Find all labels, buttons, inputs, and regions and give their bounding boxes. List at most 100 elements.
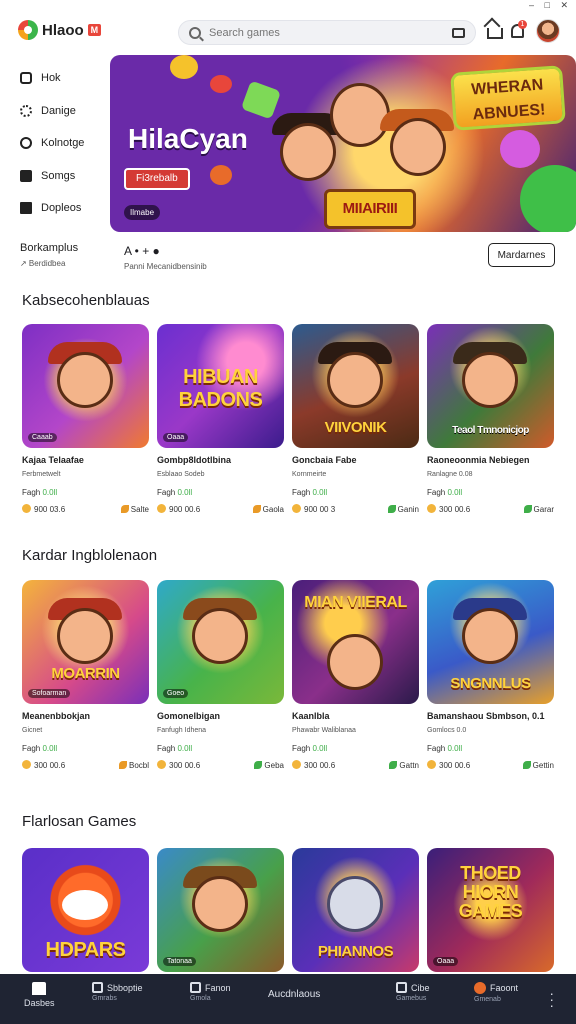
tag-icon bbox=[523, 504, 532, 513]
tag-icon bbox=[118, 760, 127, 769]
game-thumbnail[interactable]: Tatonaa bbox=[157, 848, 284, 972]
nav-item-4[interactable]: Aucdnlaous bbox=[268, 989, 320, 1000]
coin-value: 900 00.6 bbox=[169, 505, 201, 514]
character-face bbox=[462, 608, 518, 664]
thumb-art-text: MOARRIN bbox=[51, 665, 120, 682]
game-card[interactable]: THOED HIORN GAMES Oaaa bbox=[427, 848, 554, 972]
game-thumbnail[interactable]: VIIVONIK bbox=[292, 324, 419, 448]
tag-text: Ganin bbox=[397, 504, 419, 514]
notification-badge: 1 bbox=[518, 20, 527, 29]
hero-banner[interactable]: MIIAIRIII HilaCyan Fi3rebalb Ilmabe WHER… bbox=[110, 55, 576, 232]
game-meta: Fagh 0.0ll bbox=[292, 488, 419, 497]
thumb-chip: Oaaa bbox=[433, 957, 459, 966]
game-card[interactable]: VIIVONIK Goncbaia Fabe Kornmeirte Fagh 0… bbox=[292, 324, 419, 514]
coin-decoration bbox=[170, 55, 198, 79]
game-card[interactable]: Teaol Tmnonicjop Raoneoonmia Nebiegen Ra… bbox=[427, 324, 554, 514]
coin-value: 900 00 3 bbox=[304, 505, 336, 514]
nav-home[interactable]: Dasbes bbox=[24, 982, 55, 1008]
meta-label: Fagh bbox=[157, 744, 176, 753]
sidebar-item-label: Hok bbox=[41, 72, 61, 85]
slime-decoration bbox=[520, 165, 576, 232]
home-icon[interactable] bbox=[487, 28, 503, 39]
game-thumbnail[interactable]: Goeo bbox=[157, 580, 284, 704]
game-card[interactable]: MIAN VIIERAL Kaanlbla Phawabr Waliblanaa… bbox=[292, 580, 419, 770]
section-title: Kardar Ingblolenaon bbox=[22, 547, 158, 564]
game-thumbnail[interactable]: Teaol Tmnonicjop bbox=[427, 324, 554, 448]
game-card[interactable]: Tatonaa bbox=[157, 848, 284, 972]
nav-label: Fanon bbox=[205, 982, 231, 993]
game-card[interactable]: Caaab Kajaa Telaafae Ferbmetwelt Fagh 0.… bbox=[22, 324, 149, 514]
coin-icon bbox=[157, 760, 166, 769]
game-title: Bamanshaou Sbmbson, 0.1 bbox=[427, 711, 545, 721]
more-options-icon[interactable]: · · · bbox=[549, 986, 554, 1012]
card-tag: Ganin bbox=[387, 504, 419, 514]
thumb-art-text: HIBUAN BADONS bbox=[178, 366, 263, 411]
game-thumbnail[interactable]: THOED HIORN GAMES Oaaa bbox=[427, 848, 554, 972]
app-logo[interactable]: Hlaoo M bbox=[18, 20, 102, 40]
game-card[interactable]: Goeo Gomonelbigan Fanfugh Idhena Fagh 0.… bbox=[157, 580, 284, 770]
camera-search-icon[interactable] bbox=[452, 27, 465, 38]
nav-item-6[interactable]: Faoont Gmenab bbox=[474, 982, 518, 1003]
game-thumbnail[interactable]: MIAN VIIERAL bbox=[292, 580, 419, 704]
coin-amount: 300 00.6 bbox=[427, 760, 470, 770]
profile-avatar-icon bbox=[474, 982, 486, 994]
game-thumbnail[interactable]: PHIANNOS bbox=[292, 848, 419, 972]
nav-item-row: Cibe bbox=[396, 982, 430, 993]
window-controls[interactable]: – □ ✕ bbox=[529, 0, 572, 11]
game-meta: Fagh 0.0ll bbox=[427, 744, 554, 753]
subbar-middle-text: Panni Mecanidbensinib bbox=[124, 262, 207, 271]
game-card[interactable]: PHIANNOS bbox=[292, 848, 419, 972]
character-face bbox=[280, 123, 336, 181]
thumb-art-text: PHIANNOS bbox=[317, 943, 394, 960]
sidebar-item-5[interactable]: Dopleos bbox=[0, 192, 108, 225]
search-bar[interactable] bbox=[178, 20, 476, 45]
sidebar-item-1[interactable]: Hok bbox=[0, 62, 108, 95]
game-thumbnail[interactable]: HIBUAN BADONS Oaaa bbox=[157, 324, 284, 448]
sidebar-item-label: Dopleos bbox=[41, 202, 82, 215]
subbar-icons[interactable]: A • + ● bbox=[124, 244, 207, 258]
user-avatar[interactable] bbox=[536, 19, 560, 43]
coin-amount: 900 03.6 bbox=[22, 504, 65, 514]
game-card[interactable]: MOARRIN Sofoarman Meanenbbokjan Gicnet F… bbox=[22, 580, 149, 770]
search-circle-icon bbox=[20, 137, 32, 150]
nav-sublabel: Gamebus bbox=[396, 995, 427, 1002]
game-card[interactable]: HIBUAN BADONS Oaaa Gombp8ldotlbina Esbla… bbox=[157, 324, 284, 514]
game-meta: Fagh 0.0ll bbox=[22, 488, 149, 497]
nav-item-3[interactable]: Fanon Gmola bbox=[190, 982, 231, 1002]
game-title: Goncbaia Fabe bbox=[292, 455, 357, 465]
logo-text: Hlaoo bbox=[42, 21, 84, 39]
logo-badge: M bbox=[87, 24, 102, 36]
section-title: Flarlosan Games bbox=[22, 813, 137, 830]
game-thumbnail[interactable]: SNGNNLUS bbox=[427, 580, 554, 704]
character-face bbox=[192, 608, 248, 664]
search-input[interactable] bbox=[209, 26, 452, 39]
meta-value: 0.0ll bbox=[447, 744, 463, 753]
meta-value: 0.0ll bbox=[177, 744, 193, 753]
game-thumbnail[interactable]: Caaab bbox=[22, 324, 149, 448]
nav-item-5[interactable]: Cibe Gamebus bbox=[396, 982, 430, 1002]
game-card[interactable]: SNGNNLUS Bamanshaou Sbmbson, 0.1 Gomlocs… bbox=[427, 580, 554, 770]
character-face bbox=[57, 608, 113, 664]
more-button[interactable]: Mardarnes bbox=[488, 243, 555, 267]
subbar-left[interactable]: Borkamplus ↗ Berdidbea bbox=[20, 242, 78, 268]
sidebar-item-2[interactable]: Danige bbox=[0, 95, 108, 128]
meta-label: Fagh bbox=[22, 488, 41, 497]
subbar-subtitle: ↗ Berdidbea bbox=[20, 259, 66, 268]
tag-icon bbox=[254, 760, 263, 769]
card-footer: 300 00.6 Gettin bbox=[427, 760, 554, 770]
character-face bbox=[327, 634, 383, 690]
sidebar-item-3[interactable]: Kolnotge bbox=[0, 127, 108, 160]
game-thumbnail[interactable]: HDPARS bbox=[22, 848, 149, 972]
subbar-title: Borkamplus bbox=[20, 242, 79, 254]
game-thumbnail[interactable]: MOARRIN Sofoarman bbox=[22, 580, 149, 704]
banner-cta-button[interactable]: Fi3rebalb bbox=[124, 168, 190, 190]
meta-label: Fagh bbox=[157, 488, 176, 497]
nav-item-2[interactable]: Sbboptie Gmrabs bbox=[92, 982, 143, 1002]
orb-decoration bbox=[500, 130, 540, 168]
game-card[interactable]: HDPARS bbox=[22, 848, 149, 972]
game-icon bbox=[20, 104, 32, 117]
library-icon bbox=[396, 982, 407, 993]
coin-value: 900 03.6 bbox=[34, 505, 66, 514]
tag-icon bbox=[389, 760, 398, 769]
sidebar-item-4[interactable]: Somgs bbox=[0, 160, 108, 193]
